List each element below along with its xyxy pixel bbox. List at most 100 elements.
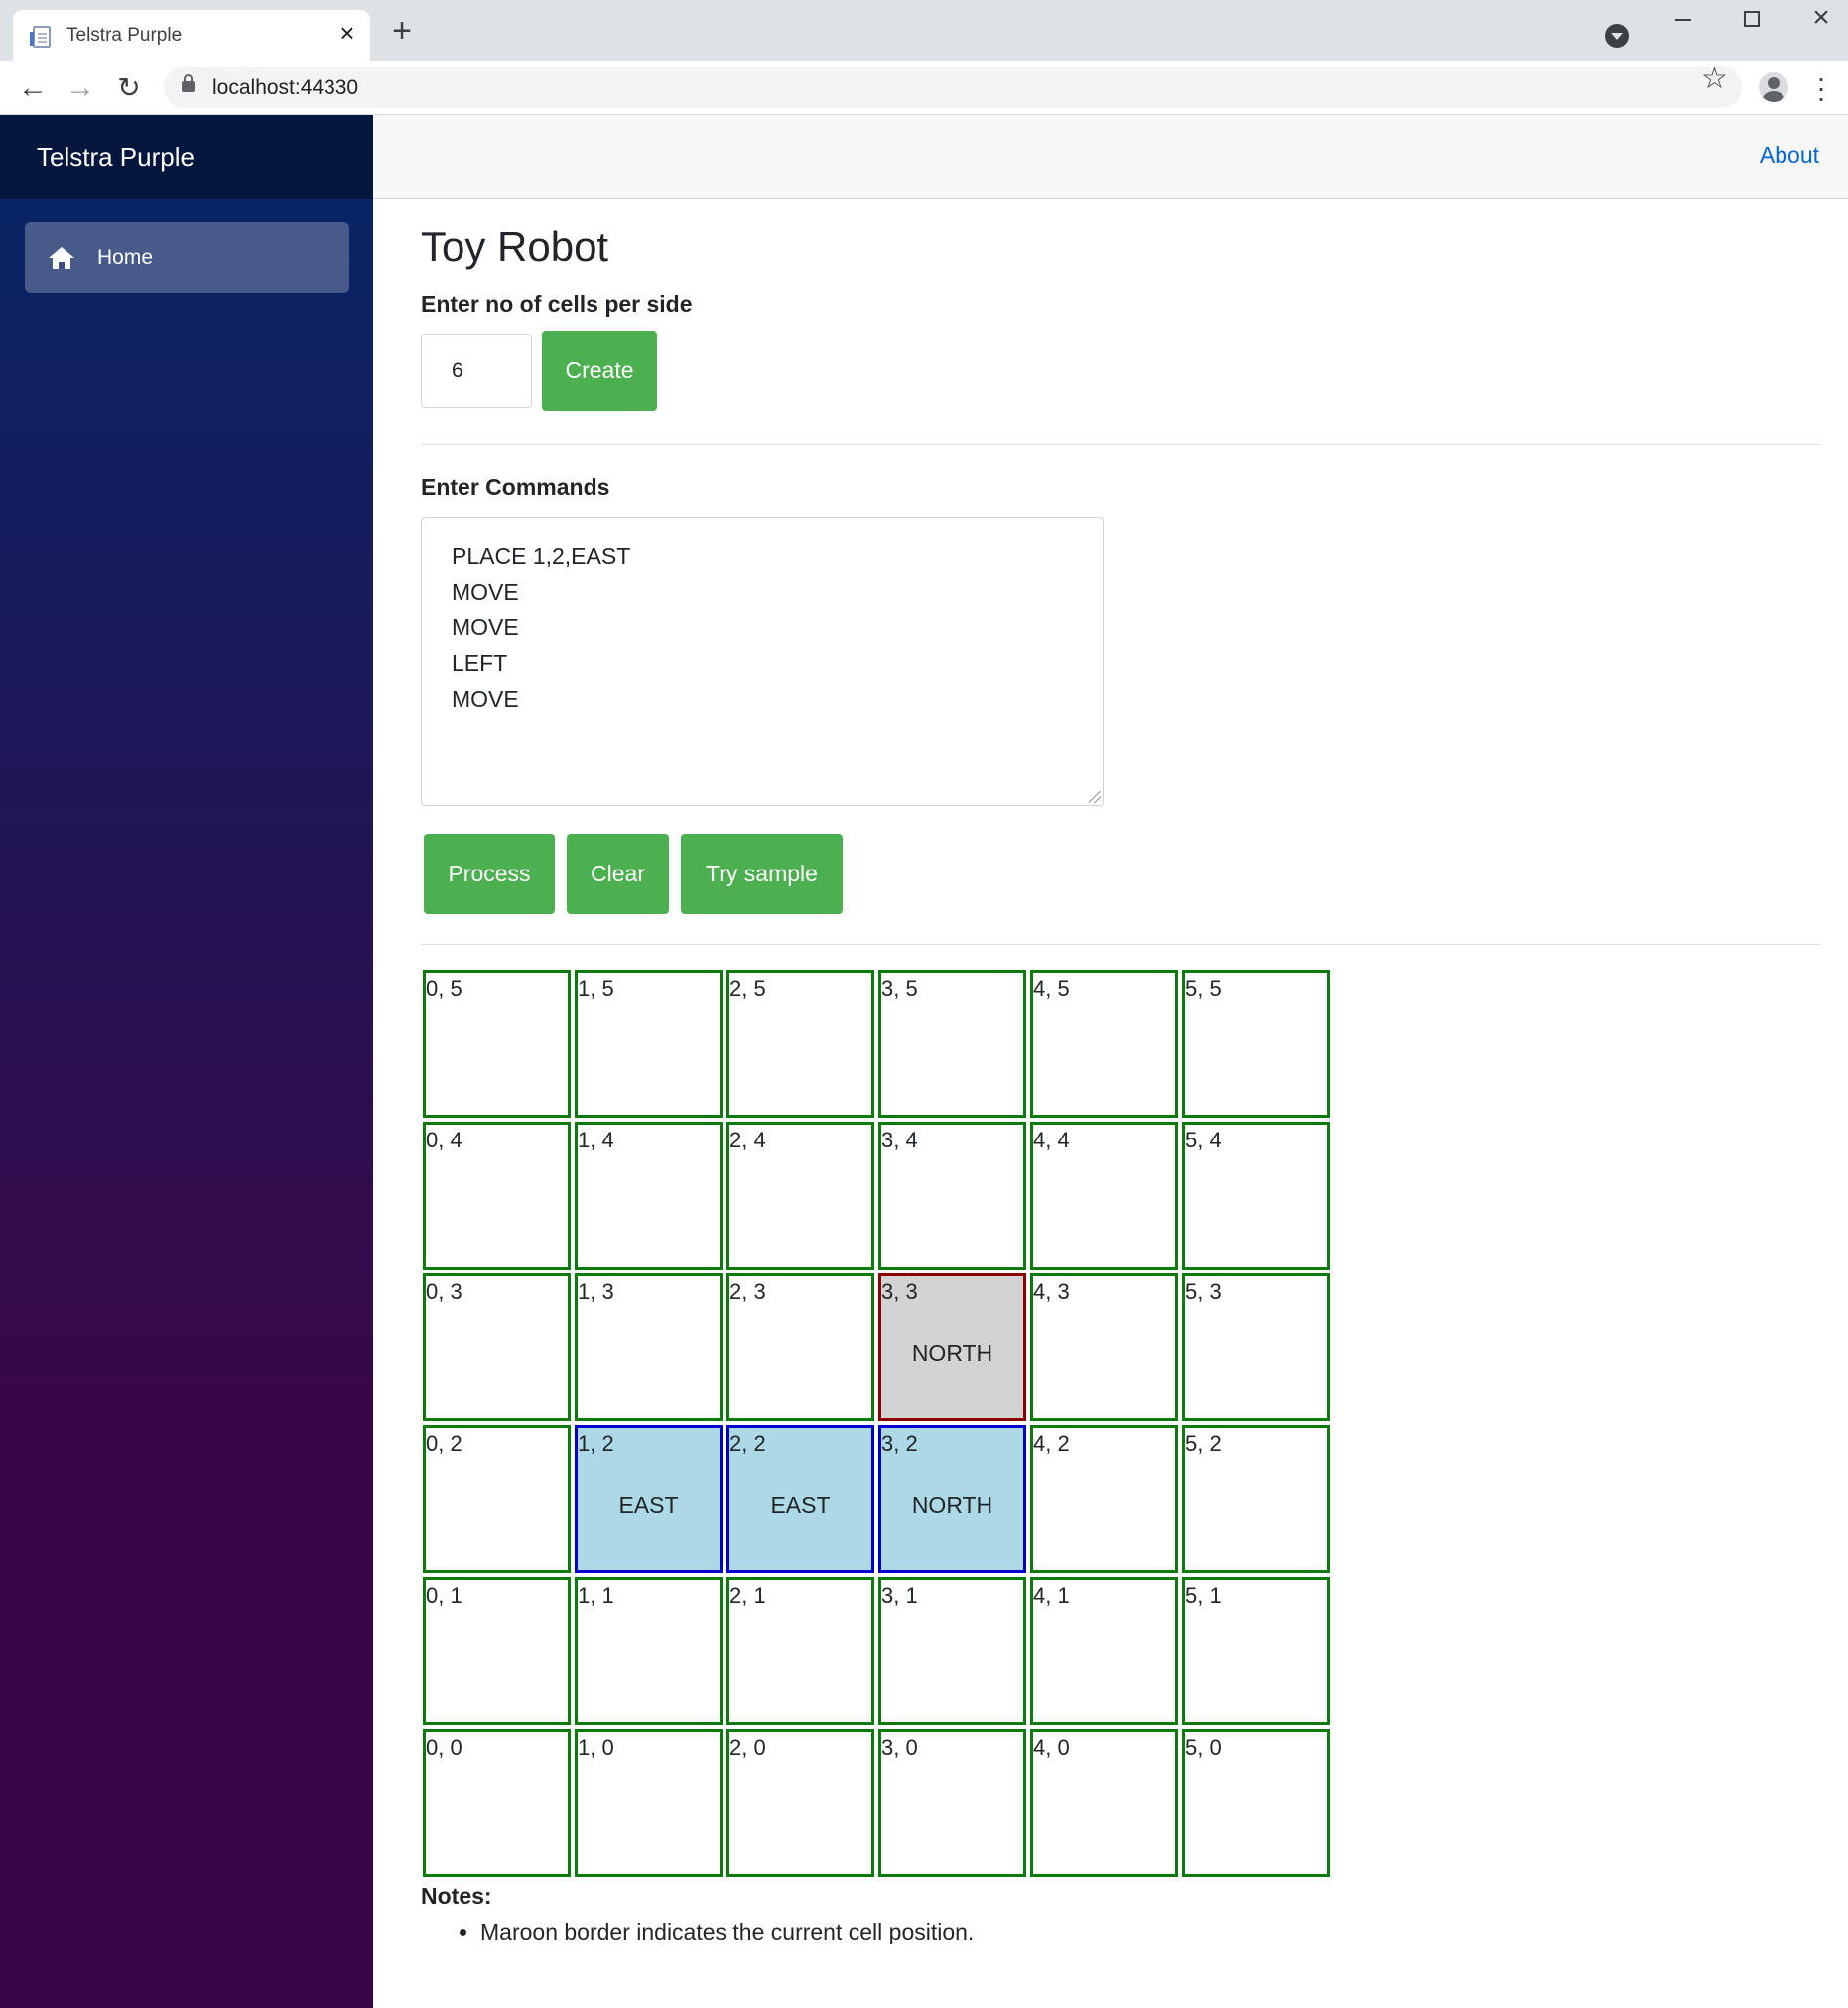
home-icon [49, 246, 74, 269]
about-link[interactable]: About [1760, 142, 1819, 169]
grid-cell: 5, 5 [1182, 970, 1330, 1118]
note-item: Maroon border indicates the current cell… [480, 1919, 974, 1945]
close-tab-icon[interactable]: × [333, 19, 361, 47]
cell-coordinate: 0, 4 [426, 1128, 462, 1152]
new-tab-icon[interactable]: + [387, 14, 417, 48]
command-line: MOVE [452, 686, 519, 712]
cell-coordinate: 5, 3 [1185, 1279, 1222, 1304]
minimize-icon[interactable] [1675, 19, 1691, 21]
page-title: Toy Robot [421, 223, 609, 270]
grid-cell: 3, 5 [878, 970, 1026, 1118]
cell-coordinate: 3, 2 [881, 1431, 918, 1456]
divider [421, 944, 1820, 945]
process-button[interactable]: Process [424, 834, 555, 914]
grid-cell: 1, 3 [575, 1273, 723, 1421]
grid-cell: 4, 4 [1030, 1122, 1178, 1270]
address-bar[interactable]: localhost:44330 [164, 67, 1742, 108]
url-text: localhost:44330 [212, 76, 359, 99]
profile-avatar-icon[interactable] [1759, 72, 1788, 102]
create-button[interactable]: Create [542, 331, 657, 411]
commands-textarea[interactable]: PLACE 1,2,EAST MOVE MOVE LEFT MOVE [421, 517, 1104, 806]
cells-per-side-label: Enter no of cells per side [421, 291, 693, 317]
cell-coordinate: 3, 0 [881, 1735, 918, 1760]
browser-tabstrip: Telstra Purple × + × [0, 0, 1848, 61]
cell-coordinate: 0, 1 [426, 1583, 462, 1608]
grid-cell: 4, 5 [1030, 970, 1178, 1118]
cell-coordinate: 0, 2 [426, 1431, 462, 1456]
cell-coordinate: 4, 4 [1033, 1128, 1070, 1152]
cell-coordinate: 5, 2 [1185, 1431, 1222, 1456]
top-row: About [373, 115, 1848, 199]
divider [421, 444, 1820, 445]
bookmark-star-icon[interactable]: ☆ [1701, 62, 1728, 96]
brand-name[interactable]: Telstra Purple [37, 142, 195, 173]
grid-cell: 5, 4 [1182, 1122, 1330, 1270]
cell-coordinate: 1, 2 [578, 1431, 614, 1456]
tab-search-icon[interactable] [1605, 24, 1629, 48]
clear-button[interactable]: Clear [567, 834, 669, 914]
close-window-icon[interactable]: × [1806, 0, 1836, 36]
cell-coordinate: 3, 3 [881, 1279, 918, 1304]
cell-coordinate: 2, 1 [729, 1583, 766, 1608]
robot-grid: 0, 5 1, 5 2, 5 3, 5 4, 5 5, 5 0, 4 1, 4 2, 4 3, 4… [423, 970, 1334, 1881]
grid-cell: 3, 0 [878, 1729, 1026, 1877]
grid-cell: 5, 2 [1182, 1425, 1330, 1573]
notes-title: Notes: [421, 1883, 492, 1909]
grid-cell: 1, 4 [575, 1122, 723, 1270]
grid-cell: 4, 2 [1030, 1425, 1178, 1573]
grid-cell: 5, 0 [1182, 1729, 1330, 1877]
grid-cell: 3, 3 NORTH [878, 1273, 1026, 1421]
grid-cell: 3, 1 [878, 1577, 1026, 1725]
commands-label: Enter Commands [421, 474, 610, 500]
command-line: PLACE 1,2,EAST [452, 543, 631, 569]
cell-coordinate: 1, 4 [578, 1128, 614, 1152]
grid-cell: 5, 3 [1182, 1273, 1330, 1421]
grid-cell: 0, 0 [423, 1729, 571, 1877]
cells-per-side-input[interactable] [421, 334, 532, 408]
resize-handle-icon[interactable] [1089, 791, 1101, 803]
reload-icon[interactable]: ↻ [111, 70, 147, 106]
command-line: MOVE [452, 614, 519, 640]
command-line: LEFT [452, 650, 508, 676]
cell-coordinate: 2, 5 [729, 976, 766, 1001]
sidebar-item-label: Home [97, 245, 154, 269]
grid-cell: 0, 2 [423, 1425, 571, 1573]
command-line: MOVE [452, 579, 519, 604]
cell-coordinate: 1, 0 [578, 1735, 614, 1760]
grid-cell: 1, 5 [575, 970, 723, 1118]
grid-cell: 5, 1 [1182, 1577, 1330, 1725]
grid-cell: 2, 1 [726, 1577, 874, 1725]
cell-coordinate: 2, 4 [729, 1128, 766, 1152]
grid-cell: 0, 1 [423, 1577, 571, 1725]
sidebar-header: Telstra Purple [0, 115, 373, 199]
cell-coordinate: 4, 2 [1033, 1431, 1070, 1456]
grid-cell: 0, 3 [423, 1273, 571, 1421]
grid-cell: 4, 3 [1030, 1273, 1178, 1421]
cell-coordinate: 2, 2 [729, 1431, 766, 1456]
maximize-icon[interactable] [1744, 11, 1760, 27]
grid-cell: 0, 5 [423, 970, 571, 1118]
cell-coordinate: 3, 1 [881, 1583, 918, 1608]
cell-coordinate: 0, 3 [426, 1279, 462, 1304]
grid-cell: 2, 0 [726, 1729, 874, 1877]
forward-arrow-icon[interactable]: → [63, 70, 98, 106]
grid-cell: 3, 4 [878, 1122, 1026, 1270]
grid-cell: 1, 0 [575, 1729, 723, 1877]
browser-toolbar: ← → ↻ localhost:44330 [0, 61, 1848, 115]
cell-coordinate: 4, 3 [1033, 1279, 1070, 1304]
sidebar: Telstra Purple Home [0, 115, 373, 2008]
cell-coordinate: 5, 4 [1185, 1128, 1222, 1152]
page-favicon-icon [30, 26, 51, 48]
sidebar-item-home[interactable]: Home [25, 222, 349, 293]
browser-tab[interactable]: Telstra Purple × [13, 10, 370, 61]
cell-coordinate: 5, 5 [1185, 976, 1222, 1001]
browser-menu-icon[interactable]: · · · [1813, 65, 1829, 112]
lock-icon [182, 74, 195, 92]
try-sample-button[interactable]: Try sample [681, 834, 843, 914]
cell-direction: EAST [770, 1492, 831, 1518]
cell-direction: NORTH [911, 1492, 993, 1518]
back-arrow-icon[interactable]: ← [15, 70, 51, 106]
grid-cell: 2, 5 [726, 970, 874, 1118]
cell-coordinate: 2, 3 [729, 1279, 766, 1304]
cell-coordinate: 0, 0 [426, 1735, 462, 1760]
